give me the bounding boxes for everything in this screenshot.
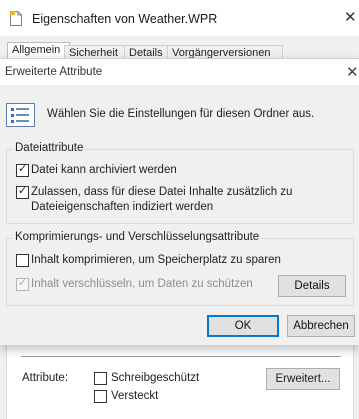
group-title-compress-encrypt: Komprimierungs- und Verschlüsselungsattr… [13, 231, 262, 243]
properties-window-titlebar: Eigenschaften von Weather.WPR ✕ [0, 0, 359, 36]
separator [21, 356, 341, 357]
properties-panel: Attribute: Schreibgeschützt Versteckt Er… [6, 334, 354, 419]
index-label-line2: Dateieigenschaften indiziert werden [31, 201, 214, 213]
close-icon[interactable]: ✕ [346, 63, 359, 81]
dialog-titlebar: Erweiterte Attribute ✕ [0, 59, 359, 85]
encrypt-checkbox: ✓ [16, 277, 29, 291]
cancel-button[interactable]: Abbrechen [287, 315, 355, 337]
index-label-line1: Zulassen, dass für diese Datei Inhalte z… [31, 186, 293, 198]
properties-window-title: Eigenschaften von Weather.WPR [32, 12, 218, 26]
properties-general-content: Attribute: Schreibgeschützt Versteckt Er… [0, 334, 359, 419]
dialog-title: Erweiterte Attribute [5, 66, 103, 78]
file-attributes-group: Dateiattribute ✓ Datei kann archiviert w… [6, 142, 354, 224]
properties-tab-strip: Allgemein Sicherheit Details Vorgängerve… [0, 36, 359, 62]
ok-button[interactable]: OK [207, 315, 279, 337]
hidden-label: Versteckt [111, 390, 159, 402]
checkmark-icon: ✓ [18, 163, 28, 175]
dialog-instruction: Wählen Sie die Einstellungen für diesen … [47, 108, 315, 120]
compress-encrypt-group: Komprimierungs- und Verschlüsselungsattr… [6, 231, 354, 306]
attributes-list-icon [6, 103, 35, 127]
document-icon [10, 11, 22, 26]
compress-checkbox[interactable] [16, 254, 29, 267]
compress-label: Inhalt komprimieren, um Speicherplatz zu… [31, 254, 281, 266]
archive-checkbox[interactable]: ✓ [16, 163, 29, 177]
advanced-button[interactable]: Erweitert... [266, 368, 340, 390]
readonly-checkbox[interactable] [94, 372, 107, 385]
close-icon[interactable]: ✕ [344, 8, 357, 26]
group-title-file-attributes: Dateiattribute [13, 142, 86, 154]
hidden-checkbox[interactable] [94, 390, 107, 403]
index-checkbox[interactable]: ✓ [16, 185, 29, 199]
encrypt-label: Inhalt verschlüsseln, um Daten zu schütz… [31, 278, 253, 290]
details-button[interactable]: Details [278, 275, 346, 297]
checkmark-icon: ✓ [18, 277, 28, 289]
checkmark-icon: ✓ [18, 185, 28, 197]
advanced-attributes-dialog: Erweiterte Attribute ✕ Wählen Sie die Ei… [0, 58, 359, 345]
archive-label: Datei kann archiviert werden [31, 164, 177, 176]
readonly-label: Schreibgeschützt [111, 372, 200, 384]
dialog-body: Wählen Sie die Einstellungen für diesen … [0, 85, 359, 345]
attributes-label: Attribute: [22, 372, 69, 384]
